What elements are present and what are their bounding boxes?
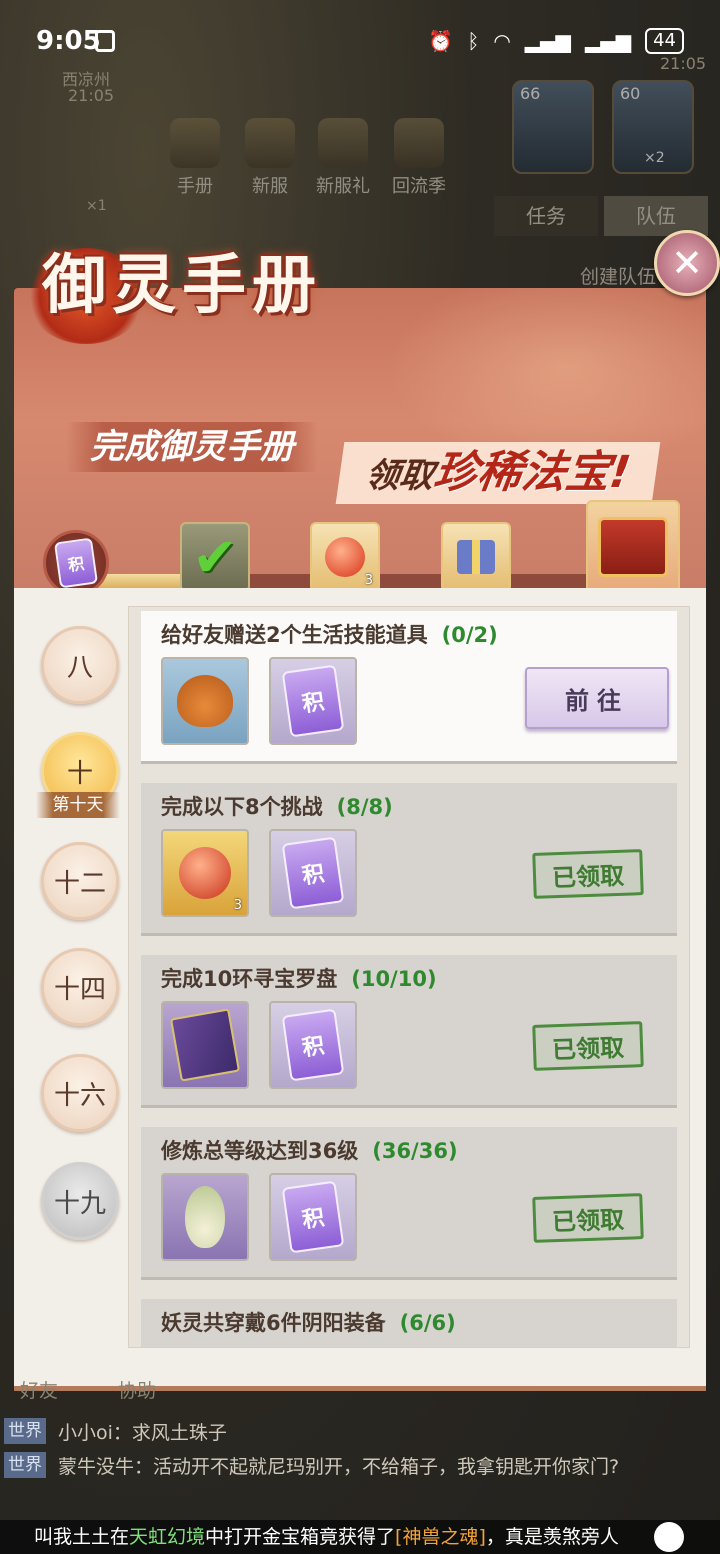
day-tab-12[interactable]: 十二: [41, 842, 119, 920]
giftbox-icon: [441, 522, 511, 588]
task-title: 给好友赠送2个生活技能道具 (0/2): [161, 623, 498, 647]
task-progress: (8/8): [336, 795, 393, 819]
chat-channel-tag: 世界: [4, 1418, 46, 1444]
handbook-title: 御灵手册: [42, 248, 322, 323]
milestone-20[interactable]: ✔ 20: [180, 522, 250, 588]
day-tab-14[interactable]: 十四: [41, 948, 119, 1026]
task-title: 完成10环寻宝罗盘 (10/10): [161, 967, 437, 991]
banner-slogan-right: 领取珍稀法宝!: [335, 442, 661, 504]
task-progress: (10/10): [351, 967, 437, 991]
close-button[interactable]: ✕: [654, 230, 720, 296]
task-title: 修炼总等级达到36级 (36/36): [161, 1139, 458, 1163]
task-title: 完成以下8个挑战 (8/8): [161, 795, 393, 819]
signal-icon-2: ▂▄▆: [584, 29, 632, 53]
pouch-icon[interactable]: [161, 657, 249, 745]
status-icons: ⏰ ᛒ ◠ ▂▄▆ ▂▄▆ 44: [428, 28, 684, 54]
book-icon[interactable]: [161, 1001, 249, 1089]
banner-slogan-left: 完成御灵手册: [66, 422, 318, 472]
task-title: 妖灵共穿戴6件阴阳装备 (6/6): [161, 1311, 456, 1335]
chat-message[interactable]: 世界 小小oi：求风土珠子: [4, 1418, 227, 1445]
check-reward-icon: ✔: [180, 522, 250, 588]
chat-channel-tag: 世界: [4, 1452, 46, 1478]
chat-text: 蒙牛没牛：活动开不起就尼玛别开，不给箱子，我拿钥匙开你家门?: [58, 1456, 620, 1478]
orb-reward-icon: 3: [310, 522, 380, 588]
chat-panel: 好友 协助 世界 小小oi：求风土珠子 世界 蒙牛没牛：活动开不起就尼玛别开，不…: [0, 1380, 720, 1554]
handbook-dialog: 完成御灵手册 领取珍稀法宝! 积 31 ✔ 20 3: [14, 232, 706, 1391]
chat-text: 小小oi：求风土珠子: [58, 1422, 227, 1444]
task-item: 修炼总等级达到36级 (36/36) 积 已领取: [141, 1127, 677, 1280]
current-points: 积 31: [36, 530, 116, 588]
task-list[interactable]: 给好友赠送2个生活技能道具 (0/2) 积 前往 完成以下8个挑战 (8/8) 3 …: [128, 606, 690, 1348]
chat-tabs: 好友 协助: [20, 1376, 156, 1403]
bluetooth-icon: ᛒ: [467, 29, 480, 53]
current-day-tag: 第十天: [36, 792, 120, 818]
slogan-highlight: 珍稀法宝!: [430, 447, 634, 498]
gourd-icon[interactable]: [161, 1173, 249, 1261]
claimed-stamp: 已领取: [532, 849, 644, 899]
day-nav: 八 十 第十天 十二 十四 十六 十九: [14, 588, 126, 1348]
points-reward-icon[interactable]: 积: [269, 657, 357, 745]
claimed-stamp: 已领取: [532, 1193, 644, 1243]
points-progress: 积 31 ✔ 20 3 40 50: [14, 500, 706, 588]
points-reward-icon[interactable]: 积: [269, 1001, 357, 1089]
claimed-stamp: 已领取: [532, 1021, 644, 1071]
battery-icon: 44: [645, 28, 684, 54]
handbook-content: 八 十 第十天 十二 十四 十六 十九 给好友赠送2个生活技能道具 (0/2) 积…: [14, 588, 706, 1391]
wifi-icon: ◠: [493, 29, 511, 53]
system-announcement: 叫我土土在天虹幻境中打开金宝箱竟获得了[神兽之魂]，真是羡煞旁人: [0, 1520, 720, 1554]
status-time: 9:05: [36, 26, 101, 56]
day-tab-8[interactable]: 八: [41, 626, 119, 704]
milestone-50[interactable]: 50: [441, 522, 511, 588]
chat-tab-friends[interactable]: 好友: [20, 1376, 58, 1403]
points-reward-icon[interactable]: 积: [269, 1173, 357, 1261]
milestone-40[interactable]: 3 40: [310, 522, 380, 588]
task-item: 完成以下8个挑战 (8/8) 3 积 已领取: [141, 783, 677, 936]
task-item: 完成10环寻宝罗盘 (10/10) 积 已领取: [141, 955, 677, 1108]
treasure-chest-icon: [586, 500, 680, 588]
day-tab-19[interactable]: 十九: [41, 1162, 119, 1240]
task-progress: (0/2): [441, 623, 498, 647]
chat-tab-assist[interactable]: 协助: [118, 1376, 156, 1403]
points-reward-icon[interactable]: 积: [269, 829, 357, 917]
task-item: 给好友赠送2个生活技能道具 (0/2) 积 前往: [141, 611, 677, 764]
slogan-prefix: 领取: [362, 456, 437, 496]
task-progress: (6/6): [399, 1311, 456, 1335]
alarm-icon: ⏰: [428, 29, 454, 53]
signal-icon-1: ▂▄▆: [524, 29, 571, 53]
task-progress: (36/36): [372, 1139, 458, 1163]
status-bar: 9:05 ⏰ ᛒ ◠ ▂▄▆ ▂▄▆ 44: [0, 0, 720, 84]
nfc-icon: [95, 30, 115, 52]
points-card-icon: 积: [43, 530, 109, 588]
cat-mascot-icon: [654, 1522, 684, 1552]
task-item: 妖灵共穿戴6件阴阳装备 (6/6): [141, 1299, 677, 1347]
fire-orb-icon[interactable]: 3: [161, 829, 249, 917]
day-tab-16[interactable]: 十六: [41, 1054, 119, 1132]
close-icon: ✕: [671, 241, 703, 285]
goto-button[interactable]: 前往: [525, 667, 669, 729]
milestone-60[interactable]: 60: [586, 500, 680, 588]
chat-message[interactable]: 世界 蒙牛没牛：活动开不起就尼玛别开，不给箱子，我拿钥匙开你家门?: [4, 1452, 664, 1482]
